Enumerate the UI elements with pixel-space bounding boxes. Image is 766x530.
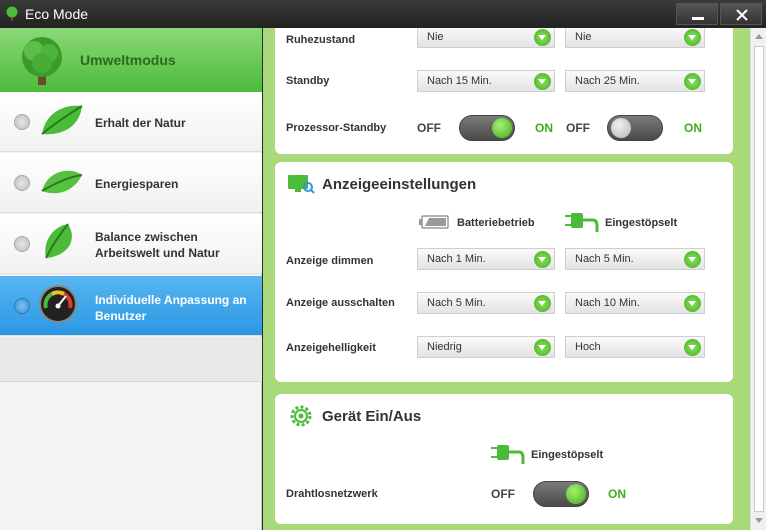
radio-button[interactable] [14, 236, 30, 252]
sidebar-filler [0, 337, 262, 382]
window-title: Eco Mode [25, 6, 89, 22]
tree-icon [6, 6, 18, 21]
standby-plugged-dropdown[interactable]: Nach 25 Min. [565, 70, 705, 92]
device-card-title: Gerät Ein/Aus [322, 408, 422, 425]
gauge-icon [39, 285, 77, 323]
leaf-icon [45, 223, 72, 259]
plug-icon [565, 213, 599, 232]
power-settings-card: Ruhezustand Nie Nie Standby Nach 15 Min.… [275, 28, 733, 154]
display-settings-card: Anzeigeeinstellungen Batteriebetrieb Ein… [275, 162, 733, 382]
radio-button[interactable] [14, 175, 30, 191]
title-bar: Eco Mode [0, 0, 766, 28]
gear-icon [290, 405, 312, 427]
chevron-down-icon [684, 251, 701, 268]
ruhezustand-plugged-dropdown[interactable]: Nie [565, 28, 705, 48]
vertical-scrollbar[interactable] [750, 28, 766, 530]
device-power-card: Gerät Ein/Aus Eingestöpselt Drahtlosnetz… [275, 394, 733, 524]
row-label-ruhezustand: Ruhezustand [286, 34, 356, 46]
row-label-anzeige-ausschalten: Anzeige ausschalten [286, 297, 395, 309]
processor-standby-plugged-toggle[interactable] [607, 115, 663, 141]
sidebar-item-label: Erhalt der Natur [95, 116, 186, 130]
toggle-knob [492, 118, 512, 138]
monitor-icon [288, 175, 315, 194]
chevron-down-icon [684, 339, 701, 356]
anzeige-dimmen-plugged-dropdown[interactable]: Nach 5 Min. [565, 248, 705, 270]
battery-icon [419, 215, 449, 229]
settings-panel: Ruhezustand Nie Nie Standby Nach 15 Min.… [263, 28, 750, 530]
row-label-anzeige-dimmen: Anzeige dimmen [286, 255, 374, 267]
radio-button[interactable] [14, 298, 30, 314]
sidebar-item-balance[interactable]: Balance zwischen Arbeitswelt und Natur [0, 214, 262, 274]
off-label: OFF [491, 487, 515, 501]
column-header-battery: Batteriebetrieb [457, 217, 535, 229]
minimize-button[interactable] [676, 3, 718, 25]
display-card-title: Anzeigeeinstellungen [322, 176, 477, 193]
processor-standby-battery-toggle[interactable] [459, 115, 515, 141]
column-header-plugged: Eingestöpselt [531, 449, 604, 461]
on-label: ON [535, 121, 553, 135]
anzeigehelligkeit-plugged-dropdown[interactable]: Hoch [565, 336, 705, 358]
leaf-icon [41, 105, 83, 135]
wireless-toggle[interactable] [533, 481, 589, 507]
close-icon [736, 9, 748, 21]
row-label-processor-standby: Prozessor-Standby [286, 122, 387, 134]
sidebar-item-energiesparen[interactable]: Energiesparen [0, 153, 262, 213]
on-label: ON [684, 121, 702, 135]
leaf-icon [41, 170, 83, 194]
chevron-down-icon [684, 29, 701, 46]
chevron-down-icon [684, 73, 701, 90]
plug-icon [491, 445, 525, 464]
close-button[interactable] [720, 3, 762, 25]
off-label: OFF [566, 121, 590, 135]
sidebar-item-erhalt-der-natur[interactable]: Erhalt der Natur [0, 92, 262, 152]
row-label-drahtlosnetzwerk: Drahtlosnetzwerk [286, 488, 378, 500]
row-label-standby: Standby [286, 75, 330, 87]
chevron-down-icon [534, 295, 551, 312]
anzeigehelligkeit-battery-dropdown[interactable]: Niedrig [417, 336, 555, 358]
minimize-icon [692, 17, 704, 20]
sidebar-item-individuelle-anpassung[interactable]: Individuelle Anpassung an Benutzer [0, 276, 262, 336]
column-header-plugged: Eingestöpselt [605, 217, 678, 229]
sidebar-item-label: Energiesparen [95, 177, 179, 191]
chevron-down-icon [534, 29, 551, 46]
sidebar-item-label: Individuelle Anpassung an Benutzer [95, 293, 247, 323]
chevron-down-icon [534, 73, 551, 90]
scrollbar-thumb[interactable] [754, 46, 764, 512]
scroll-down-icon[interactable] [755, 518, 763, 523]
toggle-knob [611, 118, 631, 138]
tree-icon [22, 37, 62, 85]
anzeige-dimmen-battery-dropdown[interactable]: Nach 1 Min. [417, 248, 555, 270]
sidebar: Umweltmodus Erhalt der Natur Energiespar… [0, 28, 262, 530]
off-label: OFF [417, 121, 441, 135]
sidebar-title: Umweltmodus [80, 52, 176, 68]
chevron-down-icon [684, 295, 701, 312]
chevron-down-icon [534, 339, 551, 356]
sidebar-header: Umweltmodus [0, 28, 262, 92]
radio-button[interactable] [14, 114, 30, 130]
standby-battery-dropdown[interactable]: Nach 15 Min. [417, 70, 555, 92]
anzeige-ausschalten-plugged-dropdown[interactable]: Nach 10 Min. [565, 292, 705, 314]
chevron-down-icon [534, 251, 551, 268]
ruhezustand-battery-dropdown[interactable]: Nie [417, 28, 555, 48]
row-label-anzeigehelligkeit: Anzeigehelligkeit [286, 342, 376, 354]
scroll-up-icon[interactable] [755, 34, 763, 39]
sidebar-item-label: Balance zwischen Arbeitswelt und Natur [95, 230, 220, 260]
toggle-knob [566, 484, 586, 504]
anzeige-ausschalten-battery-dropdown[interactable]: Nach 5 Min. [417, 292, 555, 314]
on-label: ON [608, 487, 626, 501]
